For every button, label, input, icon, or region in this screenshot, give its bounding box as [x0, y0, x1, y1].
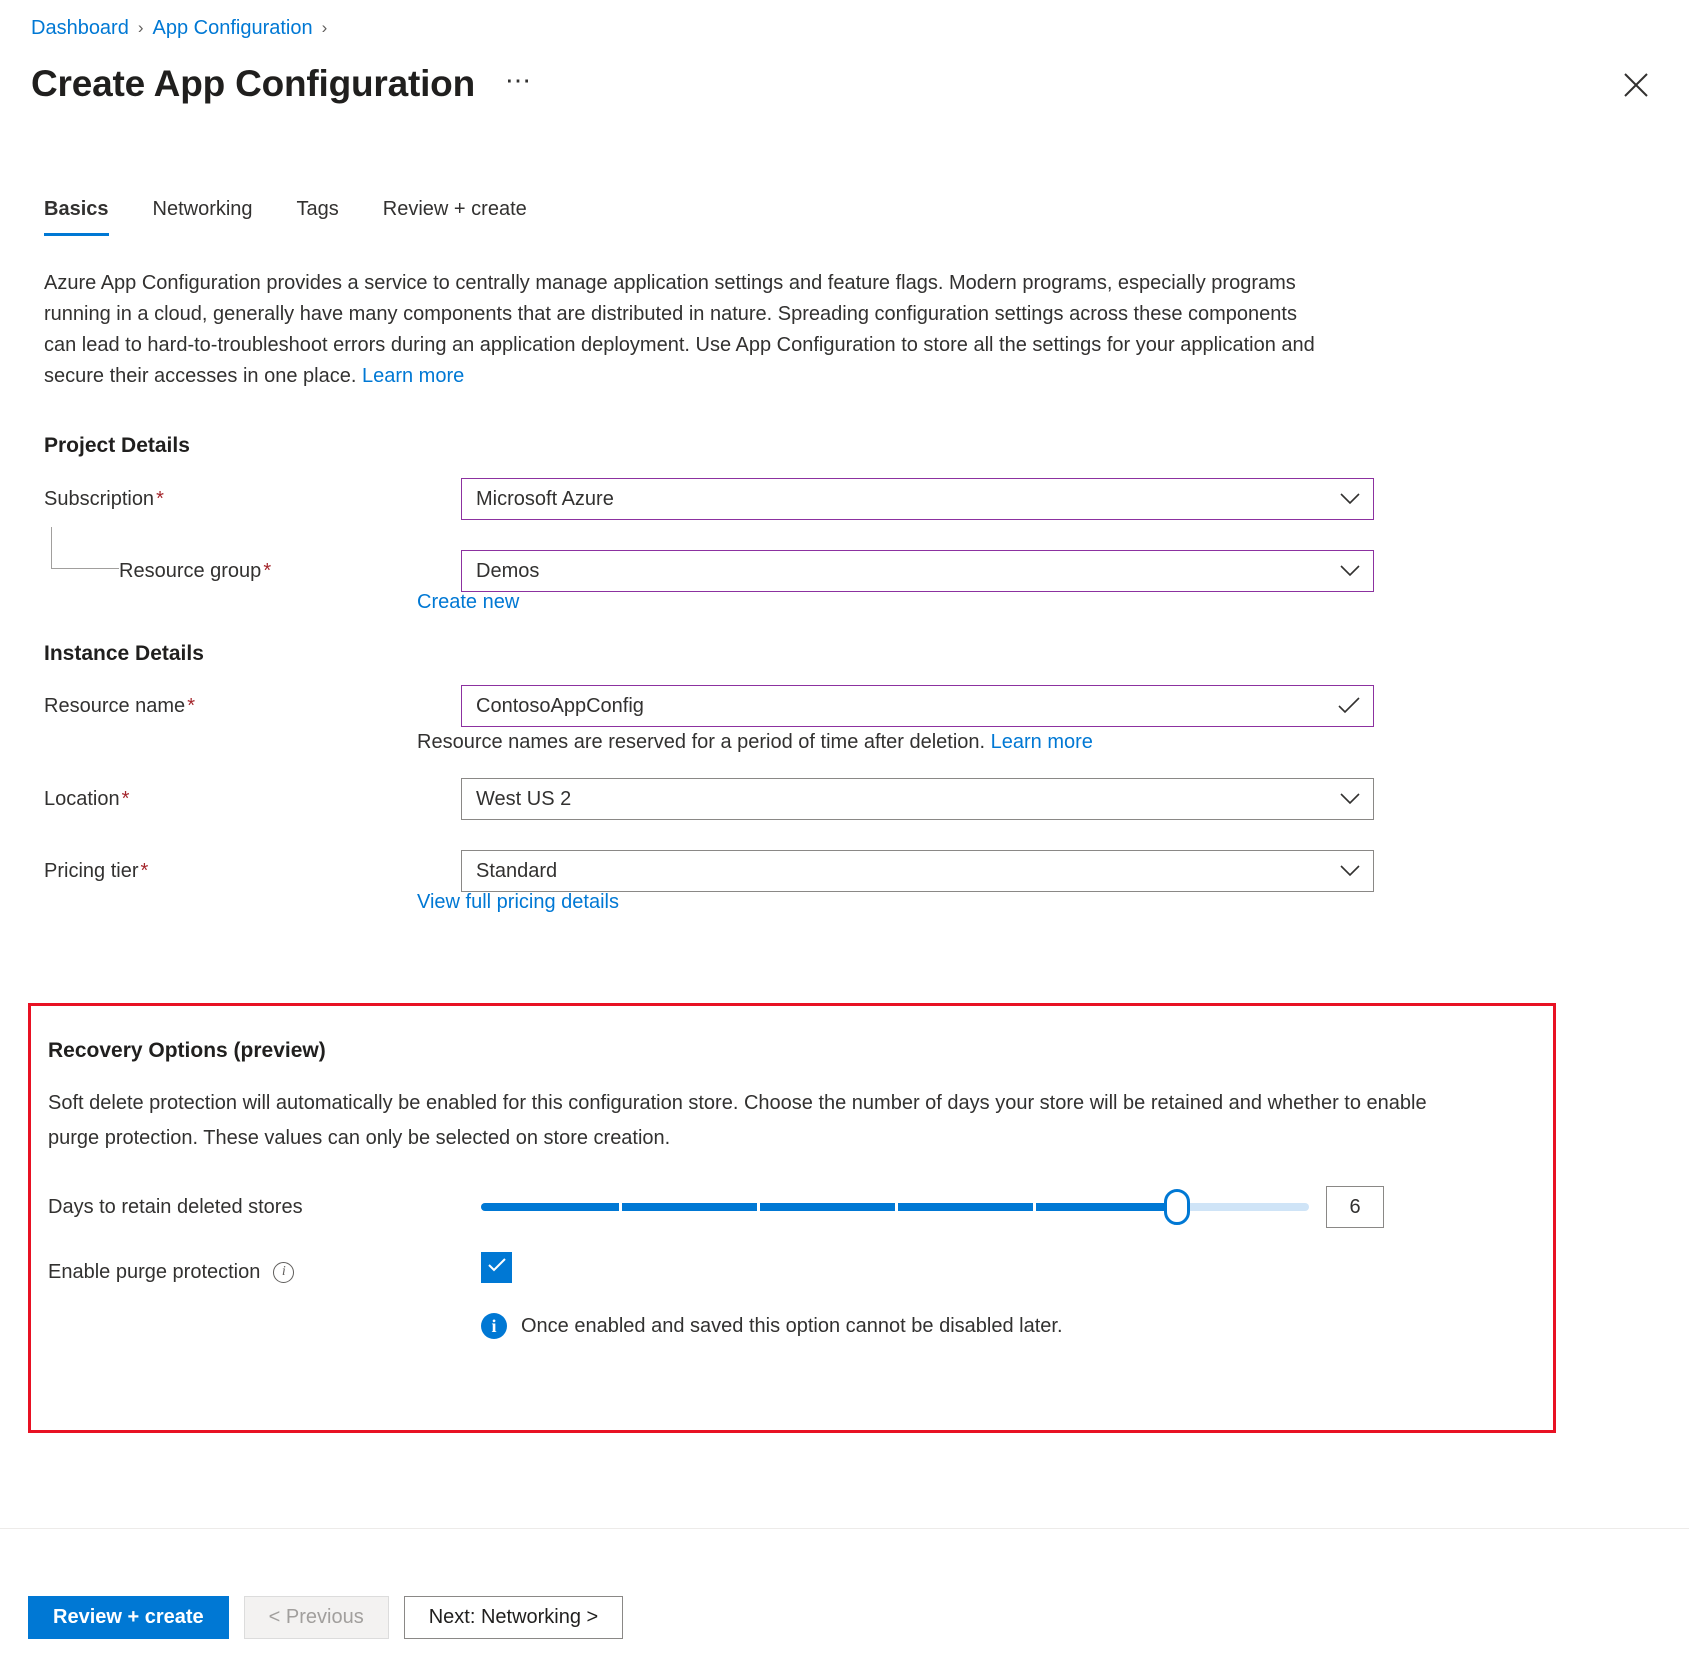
subscription-value: Microsoft Azure — [462, 479, 614, 519]
required-asterisk: * — [156, 488, 164, 510]
chevron-down-icon — [1340, 493, 1360, 505]
label-location-text: Location — [44, 788, 120, 810]
tab-networking[interactable]: Networking — [153, 196, 275, 236]
resource-name-note-text: Resource names are reserved for a period… — [417, 731, 985, 753]
slider-thumb[interactable] — [1164, 1189, 1190, 1225]
intro-text: Azure App Configuration provides a servi… — [44, 272, 1315, 387]
chevron-down-icon — [1340, 793, 1360, 805]
tab-tags[interactable]: Tags — [297, 196, 361, 236]
resource-name-value: ContosoAppConfig — [462, 686, 644, 726]
recovery-options-section: Recovery Options (preview) Soft delete p… — [28, 1003, 1556, 1433]
pricing-tier-dropdown[interactable]: Standard — [461, 850, 1374, 892]
footer-divider — [0, 1528, 1689, 1529]
title-row: Create App Configuration ⋯ — [31, 60, 539, 108]
resource-group-dropdown[interactable]: Demos — [461, 550, 1374, 592]
intro-paragraph: Azure App Configuration provides a servi… — [44, 268, 1330, 392]
info-filled-icon: i — [481, 1313, 507, 1339]
purge-protection-info-message: i Once enabled and saved this option can… — [481, 1313, 1063, 1339]
page-title: Create App Configuration — [31, 60, 475, 108]
chevron-down-icon — [1340, 565, 1360, 577]
label-pricing-tier: Pricing tier* — [44, 850, 148, 892]
required-asterisk: * — [263, 560, 271, 582]
slider-notch — [619, 1203, 622, 1211]
required-asterisk: * — [122, 788, 130, 810]
label-resource-group: Resource group* — [119, 550, 271, 592]
breadcrumb-item-app-configuration[interactable]: App Configuration — [153, 14, 313, 42]
days-to-retain-value-input[interactable]: 6 — [1326, 1186, 1384, 1228]
next-networking-button[interactable]: Next: Networking > — [404, 1596, 624, 1639]
enable-purge-protection-checkbox[interactable] — [481, 1252, 512, 1283]
tab-basics[interactable]: Basics — [44, 196, 131, 236]
required-asterisk: * — [187, 695, 195, 717]
resource-group-value: Demos — [462, 551, 539, 591]
info-icon[interactable]: i — [273, 1262, 294, 1283]
recovery-options-heading: Recovery Options (preview) — [48, 1039, 326, 1063]
label-subscription-text: Subscription — [44, 488, 154, 510]
create-new-resource-group-link[interactable]: Create new — [417, 589, 519, 615]
field-row-subscription: Subscription* Microsoft Azure — [44, 478, 1374, 520]
more-options-icon[interactable]: ⋯ — [497, 65, 539, 103]
checkmark-icon — [1338, 697, 1360, 715]
label-resource-name-text: Resource name — [44, 695, 185, 717]
days-to-retain-slider[interactable] — [481, 1189, 1309, 1225]
field-row-pricing-tier: Pricing tier* Standard — [44, 850, 1374, 892]
breadcrumb: Dashboard › App Configuration › — [31, 14, 327, 42]
close-icon — [1623, 72, 1649, 98]
resource-name-input[interactable]: ContosoAppConfig — [461, 685, 1374, 727]
label-location: Location* — [44, 778, 129, 820]
resource-name-note: Resource names are reserved for a period… — [417, 729, 1093, 755]
label-resource-name: Resource name* — [44, 685, 195, 727]
slider-fill — [481, 1203, 1177, 1211]
create-app-configuration-blade: Dashboard › App Configuration › Create A… — [0, 0, 1689, 1666]
label-resource-group-text: Resource group — [119, 560, 261, 582]
required-asterisk: * — [140, 860, 148, 882]
slider-notch — [757, 1203, 760, 1211]
field-row-resource-group: Resource group* Demos — [44, 550, 1374, 592]
recovery-options-description: Soft delete protection will automaticall… — [48, 1086, 1468, 1156]
resource-name-learn-more-link[interactable]: Learn more — [991, 731, 1093, 753]
intro-learn-more-link[interactable]: Learn more — [362, 365, 464, 387]
field-row-location: Location* West US 2 — [44, 778, 1374, 820]
chevron-right-icon: › — [322, 14, 328, 42]
label-enable-purge-protection-text: Enable purge protection — [48, 1259, 260, 1285]
label-enable-purge-protection: Enable purge protection i — [48, 1259, 294, 1285]
label-pricing-tier-text: Pricing tier — [44, 860, 138, 882]
view-full-pricing-details-link[interactable]: View full pricing details — [417, 889, 619, 915]
label-subscription: Subscription* — [44, 478, 164, 520]
pricing-tier-value: Standard — [462, 851, 557, 891]
tab-review-create[interactable]: Review + create — [383, 196, 549, 236]
breadcrumb-item-dashboard[interactable]: Dashboard — [31, 14, 129, 42]
close-button[interactable] — [1615, 64, 1657, 106]
label-days-to-retain-text: Days to retain deleted stores — [48, 1194, 303, 1220]
location-value: West US 2 — [462, 779, 571, 819]
footer-actions: Review + create < Previous Next: Network… — [28, 1596, 623, 1639]
field-row-resource-name: Resource name* ContosoAppConfig — [44, 685, 1374, 727]
chevron-right-icon: › — [138, 14, 144, 42]
section-heading-instance-details: Instance Details — [44, 642, 204, 666]
section-heading-project-details: Project Details — [44, 434, 190, 458]
label-days-to-retain: Days to retain deleted stores — [48, 1194, 303, 1220]
chevron-down-icon — [1340, 865, 1360, 877]
review-create-button[interactable]: Review + create — [28, 1596, 229, 1639]
tab-bar: Basics Networking Tags Review + create — [44, 196, 571, 236]
slider-notch — [895, 1203, 898, 1211]
location-dropdown[interactable]: West US 2 — [461, 778, 1374, 820]
purge-protection-info-text: Once enabled and saved this option canno… — [521, 1313, 1063, 1339]
previous-button: < Previous — [244, 1596, 389, 1639]
slider-notch — [1033, 1203, 1036, 1211]
subscription-dropdown[interactable]: Microsoft Azure — [461, 478, 1374, 520]
checkmark-icon — [487, 1257, 507, 1278]
